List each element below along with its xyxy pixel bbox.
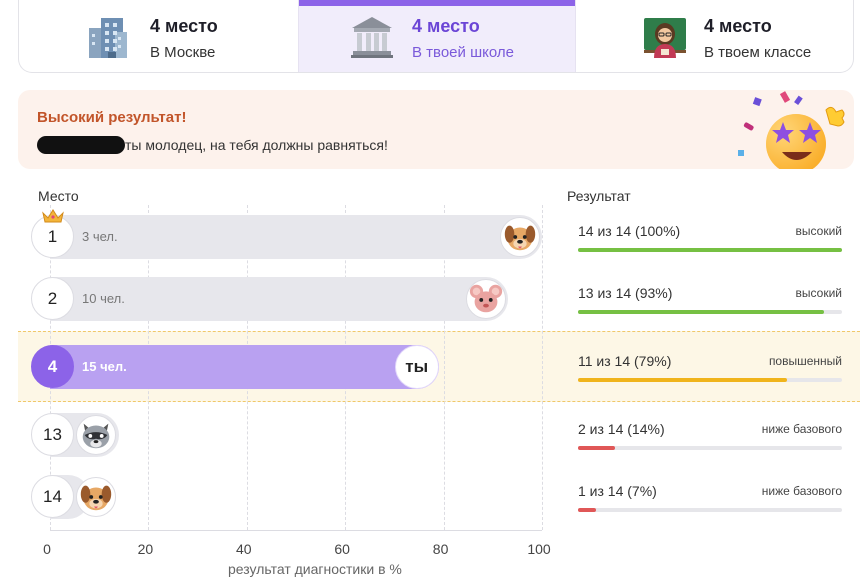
star-struck-face-icon <box>738 91 845 169</box>
banner-text: ты молодец, на тебя должны равняться! <box>125 137 388 153</box>
dog-face-icon <box>500 217 540 257</box>
rank-badge: 14 <box>31 475 74 518</box>
x-tick-label: 80 <box>432 541 449 557</box>
tab-title: 4 место <box>150 16 218 36</box>
tab-subtitle: В твоей школе <box>412 44 514 61</box>
result-progress-fill <box>578 310 824 314</box>
result-level: высокий <box>795 224 842 238</box>
x-tick-label: 40 <box>236 541 252 557</box>
result-banner: Высокий результат! ты молодец, на тебя д… <box>18 90 854 169</box>
redacted-name <box>37 136 125 154</box>
result-level: высокий <box>795 286 842 300</box>
result-progress-track <box>578 446 842 450</box>
x-axis-title: результат диагностики в % <box>228 561 402 577</box>
banner-title: Высокий результат! <box>37 109 187 126</box>
result-bar: 3 чел. <box>50 215 542 259</box>
x-tick-label: 0 <box>43 541 51 557</box>
ranking-tabs: 4 место В Москве 4 место В твоей школе 4… <box>18 0 854 73</box>
result-progress-fill <box>578 378 787 382</box>
result-level: ниже базового <box>761 422 842 436</box>
grid-line <box>542 205 543 530</box>
rank-badge: 2 <box>31 277 74 320</box>
rank-badge: 4 <box>31 345 74 388</box>
tab-title: 4 место <box>704 16 772 36</box>
result-level: ниже базового <box>761 484 842 498</box>
result-progress-fill <box>578 248 842 252</box>
teacher-icon <box>644 18 686 58</box>
result-progress-fill <box>578 508 597 512</box>
mouse-face-icon <box>465 279 506 319</box>
tab-class[interactable]: 4 место В твоем классе <box>576 0 853 72</box>
raccoon-face-icon <box>76 415 116 455</box>
participants-count: 10 чел. <box>82 291 125 306</box>
crown-icon <box>42 209 64 223</box>
current-user-avatar: ты <box>394 345 439 389</box>
result-score: 11 из 14 (79%) <box>578 353 672 369</box>
school-building-icon <box>351 17 393 58</box>
result-score: 2 из 14 (14%) <box>578 421 665 437</box>
result-column-header: Результат <box>567 188 631 204</box>
result-progress-fill <box>578 446 615 450</box>
result-progress-track <box>578 378 842 382</box>
x-tick-label: 20 <box>137 541 154 557</box>
result-progress-track <box>578 310 842 314</box>
result-score: 13 из 14 (93%) <box>578 285 673 301</box>
tab-subtitle: В Москве <box>150 44 216 61</box>
x-axis-line <box>50 530 542 531</box>
city-buildings-icon <box>89 18 127 58</box>
result-bar: 10 чел. <box>50 277 508 321</box>
result-level: повышенный <box>768 354 842 368</box>
banner-message: ты молодец, на тебя должны равняться! <box>37 136 388 154</box>
result-bar: 15 чел. <box>50 345 439 389</box>
place-column-header: Место <box>38 188 79 204</box>
x-tick-label: 60 <box>334 541 350 557</box>
tab-subtitle: В твоем классе <box>704 44 812 61</box>
participants-count: 3 чел. <box>82 229 118 244</box>
result-progress-track <box>578 508 842 512</box>
dog-face-icon <box>76 477 116 517</box>
x-tick-label: 100 <box>527 541 551 557</box>
rank-badge: 13 <box>31 413 74 456</box>
result-score: 14 из 14 (100%) <box>578 223 681 239</box>
tab-school[interactable]: 4 место В твоей школе <box>298 0 576 72</box>
result-progress-track <box>578 248 842 252</box>
tab-title: 4 место <box>412 16 480 36</box>
tab-moscow[interactable]: 4 место В Москве <box>19 0 298 72</box>
participants-count: 15 чел. <box>82 359 127 374</box>
result-score: 1 из 14 (7%) <box>578 483 657 499</box>
